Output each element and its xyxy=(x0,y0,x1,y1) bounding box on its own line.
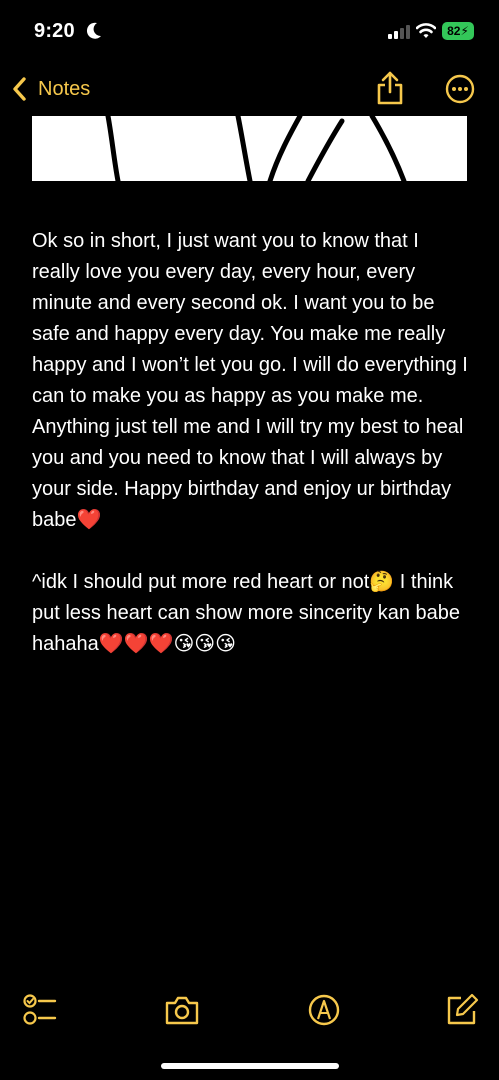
back-button[interactable]: Notes xyxy=(10,74,90,104)
chevron-left-icon xyxy=(13,77,26,101)
drawing-attachment[interactable] xyxy=(32,116,467,181)
share-icon[interactable] xyxy=(374,70,406,106)
more-icon[interactable] xyxy=(444,73,476,105)
sketch-drawing xyxy=(105,116,407,181)
battery-level: 82 xyxy=(447,24,461,38)
notes-screen: 9:20 82⚡ Notes Ok so in short, I just wa… xyxy=(0,0,499,1080)
status-bar: 9:20 82⚡ xyxy=(0,0,499,62)
back-label: Notes xyxy=(38,77,91,100)
charging-bolt-icon: ⚡ xyxy=(460,24,469,38)
moon-icon xyxy=(86,22,101,39)
home-indicator[interactable] xyxy=(161,1063,339,1069)
signal-icon xyxy=(388,25,410,39)
note-paragraph-1: Ok so in short, I just want you to know … xyxy=(32,230,468,531)
battery-icon: 82⚡ xyxy=(442,22,474,40)
nav-bar: Notes xyxy=(0,62,499,114)
markup-icon[interactable] xyxy=(306,992,342,1028)
compose-icon[interactable] xyxy=(444,992,480,1028)
wifi-icon xyxy=(416,23,436,38)
note-paragraph-2: ^idk I should put more red heart or not🤔… xyxy=(32,571,460,655)
status-time: 9:20 xyxy=(34,20,75,42)
checklist-icon[interactable] xyxy=(22,992,58,1028)
bottom-toolbar xyxy=(0,990,499,1030)
camera-icon[interactable] xyxy=(164,992,200,1028)
note-body[interactable]: Ok so in short, I just want you to know … xyxy=(32,226,472,660)
